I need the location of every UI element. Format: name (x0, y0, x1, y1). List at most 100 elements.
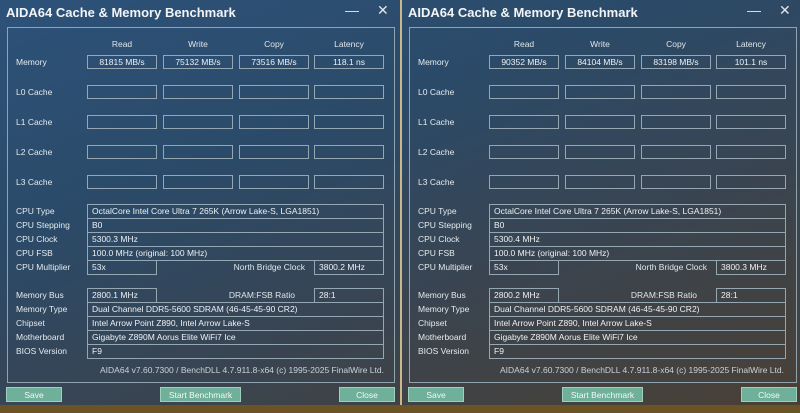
l1-write-value (565, 115, 635, 129)
row-label-l1: L1 Cache (16, 117, 53, 127)
motherboard-value: Gigabyte Z890M Aorus Elite WiFi7 Ice (87, 330, 384, 345)
label-dram-fsb: DRAM:FSB Ratio (630, 290, 697, 300)
label-cpu-type: CPU Type (418, 206, 457, 216)
version-footer: AIDA64 v7.60.7300 / BenchDLL 4.7.911.8-x… (100, 365, 384, 375)
label-cpu-stepping: CPU Stepping (418, 220, 472, 230)
l0-copy-value (239, 85, 309, 99)
l2-latency-value (716, 145, 786, 159)
l2-copy-value (641, 145, 711, 159)
l1-read-value (87, 115, 157, 129)
l2-write-value (163, 145, 233, 159)
l2-read-value (489, 145, 559, 159)
l0-read-value (87, 85, 157, 99)
label-motherboard: Motherboard (418, 332, 467, 342)
window-title: AIDA64 Cache & Memory Benchmark (6, 5, 236, 20)
memory-type-value: Dual Channel DDR5-5600 SDRAM (46-45-45-9… (87, 302, 384, 317)
bios-value: F9 (489, 344, 786, 359)
l2-copy-value (239, 145, 309, 159)
label-cpu-clock: CPU Clock (16, 234, 58, 244)
row-label-l1: L1 Cache (418, 117, 455, 127)
l1-write-value (163, 115, 233, 129)
l2-read-value (87, 145, 157, 159)
label-cpu-clock: CPU Clock (418, 234, 460, 244)
label-bios: BIOS Version (418, 346, 470, 356)
motherboard-value: Gigabyte Z890M Aorus Elite WiFi7 Ice (489, 330, 786, 345)
benchmark-window-left: AIDA64 Cache & Memory Benchmark — ✕ Read… (0, 0, 400, 405)
l3-latency-value (314, 175, 384, 189)
label-nb-clock: North Bridge Clock (233, 262, 305, 272)
chipset-value: Intel Arrow Point Z890, Intel Arrow Lake… (489, 316, 786, 331)
l1-copy-value (641, 115, 711, 129)
label-cpu-type: CPU Type (16, 206, 55, 216)
version-footer: AIDA64 v7.60.7300 / BenchDLL 4.7.911.8-x… (500, 365, 784, 375)
header-read: Read (111, 39, 133, 49)
label-cpu-stepping: CPU Stepping (16, 220, 70, 230)
window-title: AIDA64 Cache & Memory Benchmark (408, 5, 638, 20)
memory-copy-value: 83198 MB/s (641, 55, 711, 69)
close-icon[interactable]: ✕ (779, 2, 791, 19)
memory-bus-value: 2800.1 MHz (87, 288, 157, 303)
l3-read-value (489, 175, 559, 189)
cpu-stepping-value: B0 (87, 218, 384, 233)
l0-latency-value (716, 85, 786, 99)
l2-write-value (565, 145, 635, 159)
row-label-l2: L2 Cache (418, 147, 455, 157)
label-cpu-multiplier: CPU Multiplier (418, 262, 473, 272)
minimize-icon[interactable]: — (747, 2, 761, 18)
label-memory-type: Memory Type (418, 304, 470, 314)
memory-type-value: Dual Channel DDR5-5600 SDRAM (46-45-45-9… (489, 302, 786, 317)
header-copy: Copy (666, 39, 686, 49)
close-button[interactable]: Close (741, 387, 797, 402)
start-benchmark-button[interactable]: Start Benchmark (562, 387, 643, 402)
dram-fsb-value: 28:1 (716, 288, 786, 303)
l2-latency-value (314, 145, 384, 159)
label-memory-type: Memory Type (16, 304, 68, 314)
row-label-l3: L3 Cache (418, 177, 455, 187)
l1-read-value (489, 115, 559, 129)
row-label-memory: Memory (418, 57, 449, 67)
header-copy: Copy (264, 39, 284, 49)
taskbar-strip (0, 405, 800, 413)
label-dram-fsb: DRAM:FSB Ratio (228, 290, 295, 300)
header-write: Write (590, 39, 610, 49)
row-label-l3: L3 Cache (16, 177, 53, 187)
header-write: Write (188, 39, 208, 49)
label-bios: BIOS Version (16, 346, 68, 356)
dram-fsb-value: 28:1 (314, 288, 384, 303)
start-benchmark-button[interactable]: Start Benchmark (160, 387, 241, 402)
cpu-fsb-value: 100.0 MHz (original: 100 MHz) (489, 246, 786, 261)
l3-read-value (87, 175, 157, 189)
cpu-multiplier-value: 53x (87, 260, 157, 275)
memory-bus-value: 2800.2 MHz (489, 288, 559, 303)
memory-write-value: 84104 MB/s (565, 55, 635, 69)
label-motherboard: Motherboard (16, 332, 65, 342)
memory-write-value: 75132 MB/s (163, 55, 233, 69)
memory-read-value: 81815 MB/s (87, 55, 157, 69)
l0-write-value (163, 85, 233, 99)
l0-write-value (565, 85, 635, 99)
label-cpu-fsb: CPU FSB (16, 248, 53, 258)
cpu-clock-value: 5300.3 MHz (87, 232, 384, 247)
cpu-fsb-value: 100.0 MHz (original: 100 MHz) (87, 246, 384, 261)
l0-latency-value (314, 85, 384, 99)
close-button[interactable]: Close (339, 387, 395, 402)
row-label-memory: Memory (16, 57, 47, 67)
row-label-l2: L2 Cache (16, 147, 53, 157)
l1-latency-value (716, 115, 786, 129)
benchmark-window-right: AIDA64 Cache & Memory Benchmark — ✕ Read… (400, 0, 800, 405)
close-icon[interactable]: ✕ (377, 2, 389, 19)
memory-latency-value: 118.1 ns (314, 55, 384, 69)
l1-copy-value (239, 115, 309, 129)
memory-read-value: 90352 MB/s (489, 55, 559, 69)
row-label-l0: L0 Cache (16, 87, 53, 97)
l3-copy-value (239, 175, 309, 189)
save-button[interactable]: Save (408, 387, 464, 402)
l1-latency-value (314, 115, 384, 129)
memory-copy-value: 73516 MB/s (239, 55, 309, 69)
minimize-icon[interactable]: — (345, 2, 359, 18)
label-nb-clock: North Bridge Clock (635, 262, 707, 272)
save-button[interactable]: Save (6, 387, 62, 402)
label-cpu-fsb: CPU FSB (418, 248, 455, 258)
cpu-type-value: OctalCore Intel Core Ultra 7 265K (Arrow… (489, 204, 786, 219)
header-latency: Latency (736, 39, 766, 49)
